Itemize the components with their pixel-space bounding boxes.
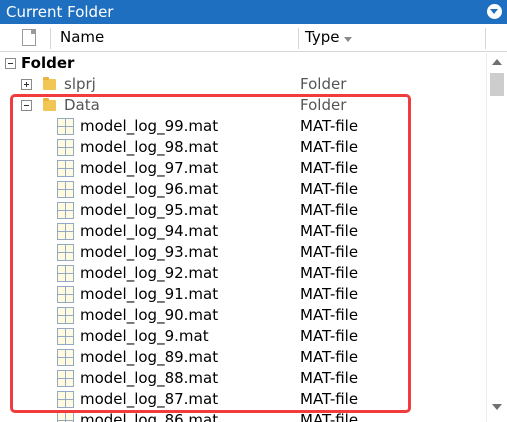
file-type: MAT-file	[300, 348, 359, 366]
file-name: model_log_90.mat	[80, 306, 219, 324]
folder-name: Data	[64, 96, 100, 114]
mat-file-icon	[57, 391, 74, 408]
scroll-up-icon[interactable]	[492, 57, 502, 67]
file-type: MAT-file	[300, 201, 359, 219]
panel-actions-menu-icon[interactable]	[487, 4, 502, 19]
mat-file-icon	[57, 244, 74, 261]
group-header-folder[interactable]: Folder	[0, 53, 486, 74]
scroll-thumb[interactable]	[490, 73, 504, 96]
column-divider[interactable]	[50, 28, 51, 49]
file-name: model_log_92.mat	[80, 264, 219, 282]
file-row[interactable]: model_log_96.mat MAT-file	[0, 179, 486, 200]
folder-icon	[43, 98, 56, 111]
folder-icon	[43, 77, 56, 90]
file-name: model_log_86.mat	[80, 411, 219, 422]
file-type: MAT-file	[300, 264, 359, 282]
mat-file-icon	[57, 412, 74, 422]
file-type: MAT-file	[300, 159, 359, 177]
file-icon-column-header[interactable]	[22, 29, 36, 46]
file-type: MAT-file	[300, 306, 359, 324]
file-row[interactable]: model_log_94.mat MAT-file	[0, 221, 486, 242]
file-row[interactable]: model_log_9.mat MAT-file	[0, 326, 486, 347]
file-name: model_log_89.mat	[80, 348, 219, 366]
mat-file-icon	[57, 328, 74, 345]
collapse-icon[interactable]	[21, 100, 32, 111]
file-type: MAT-file	[300, 138, 359, 156]
panel-title: Current Folder	[6, 3, 114, 21]
mat-file-icon	[57, 139, 74, 156]
file-type: MAT-file	[300, 285, 359, 303]
folder-type: Folder	[300, 75, 347, 93]
panel-titlebar: Current Folder	[0, 0, 507, 24]
mat-file-icon	[57, 181, 74, 198]
folder-type: Folder	[300, 96, 347, 114]
file-type: MAT-file	[300, 369, 359, 387]
file-row[interactable]: model_log_99.mat MAT-file	[0, 116, 486, 137]
file-type: MAT-file	[300, 327, 359, 345]
file-row[interactable]: model_log_98.mat MAT-file	[0, 137, 486, 158]
scroll-down-icon[interactable]	[492, 402, 502, 412]
mat-file-icon	[57, 265, 74, 282]
file-name: model_log_94.mat	[80, 222, 219, 240]
file-row[interactable]: model_log_92.mat MAT-file	[0, 263, 486, 284]
mat-file-icon	[57, 223, 74, 240]
column-divider[interactable]	[298, 28, 299, 49]
vertical-scrollbar[interactable]	[486, 53, 507, 422]
mat-file-icon	[57, 202, 74, 219]
expand-icon[interactable]	[21, 79, 32, 90]
file-row[interactable]: model_log_86.mat MAT-file	[0, 410, 486, 422]
group-label: Folder	[21, 54, 75, 72]
file-row[interactable]: model_log_88.mat MAT-file	[0, 368, 486, 389]
folder-row-slprj[interactable]: slprj Folder	[0, 74, 486, 95]
column-divider[interactable]	[485, 28, 486, 49]
mat-file-icon	[57, 286, 74, 303]
folder-name: slprj	[64, 75, 96, 93]
mat-file-icon	[57, 160, 74, 177]
file-name: model_log_91.mat	[80, 285, 219, 303]
collapse-icon[interactable]	[5, 58, 16, 69]
file-name: model_log_88.mat	[80, 369, 219, 387]
file-type: MAT-file	[300, 222, 359, 240]
file-row[interactable]: model_log_89.mat MAT-file	[0, 347, 486, 368]
mat-file-icon	[57, 349, 74, 366]
file-type: MAT-file	[300, 117, 359, 135]
file-row[interactable]: model_log_87.mat MAT-file	[0, 389, 486, 410]
mat-file-icon	[57, 370, 74, 387]
mat-file-icon	[57, 307, 74, 324]
file-row[interactable]: model_log_90.mat MAT-file	[0, 305, 486, 326]
file-list: Folder slprj Folder Data Folder model_lo…	[0, 53, 486, 422]
file-row[interactable]: model_log_93.mat MAT-file	[0, 242, 486, 263]
file-type: MAT-file	[300, 390, 359, 408]
file-row[interactable]: model_log_91.mat MAT-file	[0, 284, 486, 305]
file-name: model_log_98.mat	[80, 138, 219, 156]
file-name: model_log_9.mat	[80, 327, 209, 345]
file-name: model_log_87.mat	[80, 390, 219, 408]
file-type: MAT-file	[300, 180, 359, 198]
mat-file-icon	[57, 118, 74, 135]
file-name: model_log_99.mat	[80, 117, 219, 135]
column-header-name[interactable]: Name	[60, 28, 104, 46]
file-type: MAT-file	[300, 243, 359, 261]
column-header: Name Type	[0, 24, 507, 52]
file-row[interactable]: model_log_95.mat MAT-file	[0, 200, 486, 221]
file-row[interactable]: model_log_97.mat MAT-file	[0, 158, 486, 179]
file-name: model_log_93.mat	[80, 243, 219, 261]
file-name: model_log_97.mat	[80, 159, 219, 177]
file-name: model_log_95.mat	[80, 201, 219, 219]
column-header-type[interactable]: Type	[305, 28, 339, 46]
file-type: MAT-file	[300, 411, 359, 422]
sort-descending-icon	[344, 37, 352, 42]
file-name: model_log_96.mat	[80, 180, 219, 198]
folder-row-data[interactable]: Data Folder	[0, 95, 486, 116]
